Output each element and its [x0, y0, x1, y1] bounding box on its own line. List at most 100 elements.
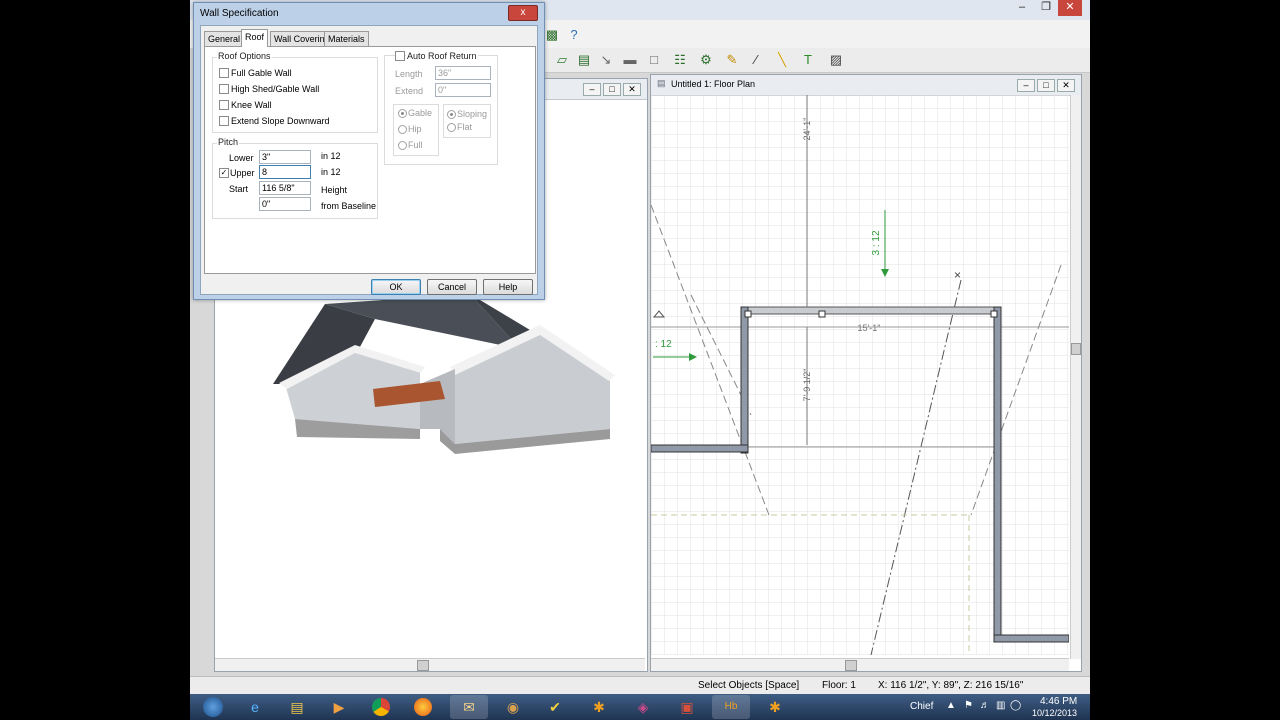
- close-icon[interactable]: ✕: [1058, 0, 1082, 16]
- norton-icon[interactable]: ✔: [536, 695, 574, 719]
- start-orb-icon[interactable]: [194, 695, 232, 719]
- right-wall[interactable]: [993, 306, 1002, 640]
- minimize-icon[interactable]: –: [1010, 0, 1034, 16]
- lower-pitch-input[interactable]: 3": [259, 150, 311, 164]
- edit-icon[interactable]: ✎: [721, 51, 743, 69]
- full-gable-wall-checkbox[interactable]: [219, 68, 229, 78]
- hip-label: Hip: [408, 124, 422, 134]
- internet-explorer-icon[interactable]: e: [236, 695, 274, 719]
- cabinet-icon[interactable]: ▤: [573, 51, 595, 69]
- shape-icon[interactable]: □: [643, 51, 665, 69]
- ok-button[interactable]: OK: [371, 279, 421, 295]
- maximize-icon[interactable]: ❐: [1034, 0, 1058, 16]
- status-floor: Floor: 1: [822, 680, 856, 691]
- floor-plan-pane[interactable]: ▤ Untitled 1: Floor Plan – □ ✕ 24'-1" 7'…: [650, 74, 1082, 672]
- length-input[interactable]: 36": [435, 66, 491, 80]
- auto-roof-return-label: Auto Roof Return: [406, 51, 478, 61]
- dimension-icon[interactable]: ↘: [595, 51, 617, 69]
- gable-label: Gable: [408, 108, 433, 118]
- app-screen: – ❐ ✕ ▱ ▤ ↘ ▬ □ ☷ ⚙ ✎ ∕ ╲ T ▨ ▩ ? – □ ✕: [190, 0, 1090, 720]
- help-icon[interactable]: ?: [563, 26, 585, 44]
- top-wall-selected[interactable]: [740, 306, 1002, 315]
- stair-icon[interactable]: ▬: [619, 51, 641, 69]
- library-icon[interactable]: ☷: [669, 51, 691, 69]
- media-player-icon[interactable]: ▶: [320, 695, 358, 719]
- clock-time[interactable]: 4:46 PM: [1040, 696, 1077, 707]
- clock-date[interactable]: 10/12/2013: [1032, 708, 1077, 718]
- bottom-left-wall[interactable]: [651, 444, 749, 453]
- paint-icon[interactable]: ◉: [494, 695, 532, 719]
- cancel-button[interactable]: Cancel: [427, 279, 477, 295]
- plan-close-icon[interactable]: ✕: [1057, 79, 1075, 92]
- flat-radio[interactable]: [447, 123, 456, 132]
- roof-options-title: Roof Options: [217, 51, 272, 61]
- upper-pitch-input[interactable]: 8: [259, 165, 311, 179]
- corel-icon[interactable]: ◈: [624, 695, 662, 719]
- sloping-radio[interactable]: [447, 110, 456, 119]
- tab-general[interactable]: General: [204, 31, 245, 46]
- chief-architect-icon[interactable]: ✱: [580, 695, 618, 719]
- dimension-width: 15'-1": [858, 323, 881, 333]
- home-designer-icon[interactable]: Hb: [712, 695, 750, 719]
- tray-label[interactable]: Chief: [910, 701, 933, 712]
- 3d-scroll-thumb[interactable]: [417, 660, 429, 671]
- ruler-icon[interactable]: ╲: [771, 51, 793, 69]
- plan-minimize-icon[interactable]: –: [1017, 79, 1035, 92]
- 3d-horizontal-scrollbar[interactable]: [215, 658, 645, 671]
- floor-plan-canvas[interactable]: 24'-1" 7'-9 1/2" 15'-1" 3 : 12 : 12 ×: [651, 95, 1069, 655]
- plan-vertical-scrollbar[interactable]: [1070, 95, 1081, 659]
- extend-slope-downward-checkbox[interactable]: [219, 116, 229, 126]
- knee-wall-checkbox[interactable]: [219, 100, 229, 110]
- upper-pitch-checkbox[interactable]: ✓: [219, 168, 229, 178]
- text-icon[interactable]: T: [797, 51, 819, 69]
- tab-materials[interactable]: Materials: [324, 31, 369, 46]
- dialog-body: General Roof Wall Covering Materials Roo…: [200, 25, 538, 295]
- edit-handle[interactable]: [744, 310, 752, 318]
- plan-vscroll-thumb[interactable]: [1071, 343, 1081, 355]
- tray-power-icon[interactable]: ◯: [1010, 700, 1021, 711]
- high-shed-gable-wall-checkbox[interactable]: [219, 84, 229, 94]
- hip-radio[interactable]: [398, 125, 407, 134]
- start-height-input[interactable]: 116 5/8": [259, 181, 311, 195]
- edit-handle[interactable]: [990, 310, 998, 318]
- auto-roof-return-checkbox[interactable]: [395, 51, 405, 61]
- tray-up-arrow-icon[interactable]: ▲: [946, 700, 956, 711]
- status-bar: Select Objects [Space] Floor: 1 X: 116 1…: [190, 676, 1090, 695]
- file-explorer-icon[interactable]: ▤: [278, 695, 316, 719]
- gear-icon[interactable]: ⚙: [695, 51, 717, 69]
- line-icon[interactable]: ∕: [745, 51, 767, 69]
- dialog-close-button[interactable]: x: [508, 5, 538, 21]
- camera-icon[interactable]: ▨: [825, 51, 847, 69]
- baseline-input[interactable]: 0": [259, 197, 311, 211]
- full-radio[interactable]: [398, 141, 407, 150]
- tray-flag-icon[interactable]: ⚑: [964, 700, 973, 711]
- taskbar: e ▤ ▶ ✉ ◉ ✔ ✱ ◈ ▣ Hb ✱ Chief ▲ ⚑ ♬ ▥ ◯ 4…: [190, 694, 1090, 720]
- plan-scroll-thumb[interactable]: [845, 660, 857, 671]
- tray-network-icon[interactable]: ▥: [996, 700, 1005, 711]
- start-height-unit: Height: [321, 185, 348, 195]
- roof-point-x-icon: ×: [954, 268, 961, 282]
- photo-app-icon[interactable]: ▣: [668, 695, 706, 719]
- plan-horizontal-scrollbar[interactable]: [651, 658, 1069, 671]
- extend-input[interactable]: 0": [435, 83, 491, 97]
- pitch-marker-left: : 12: [655, 339, 672, 350]
- help-button[interactable]: Help: [483, 279, 533, 295]
- outlook-icon[interactable]: ✉: [450, 695, 488, 719]
- pane-maximize-icon[interactable]: □: [603, 83, 621, 96]
- edit-handle[interactable]: [818, 310, 826, 318]
- pane-minimize-icon[interactable]: –: [583, 83, 601, 96]
- dialog-title: Wall Specification: [200, 8, 279, 19]
- firefox-icon[interactable]: [404, 695, 442, 719]
- building-icon[interactable]: ▱: [551, 51, 573, 69]
- pane-close-icon[interactable]: ✕: [623, 83, 641, 96]
- tray-volume-icon[interactable]: ♬: [980, 700, 990, 711]
- asterisk-app-icon[interactable]: ✱: [756, 695, 794, 719]
- bottom-right-wall[interactable]: [993, 634, 1069, 643]
- plan-maximize-icon[interactable]: □: [1037, 79, 1055, 92]
- extend-slope-downward-label: Extend Slope Downward: [231, 116, 330, 126]
- chrome-icon[interactable]: [362, 695, 400, 719]
- gable-radio[interactable]: [398, 109, 407, 118]
- tab-roof[interactable]: Roof: [241, 29, 269, 47]
- left-wall[interactable]: [740, 306, 749, 454]
- upper-pitch-label: Upper: [230, 168, 255, 178]
